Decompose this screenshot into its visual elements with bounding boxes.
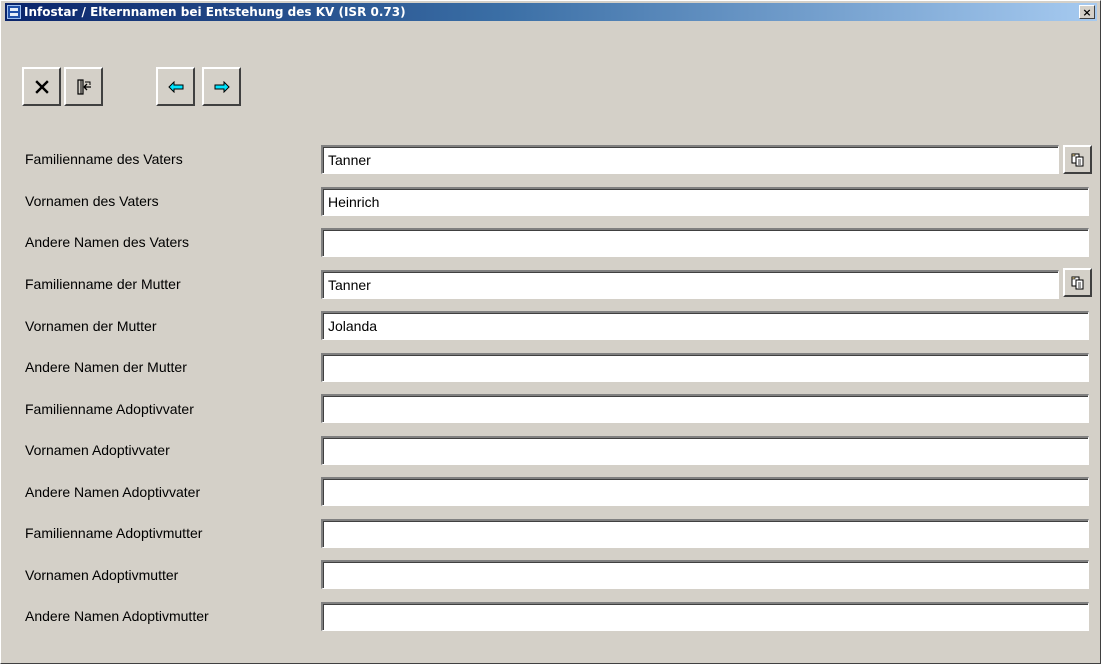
input-familienname-adoptivvater[interactable] bbox=[321, 394, 1089, 423]
label-andere-namen-vater: Andere Namen des Vaters bbox=[25, 234, 189, 250]
input-familienname-mutter[interactable]: Tanner bbox=[321, 270, 1059, 299]
label-andere-namen-mutter: Andere Namen der Mutter bbox=[25, 359, 187, 375]
copy-icon bbox=[1071, 153, 1083, 166]
app-icon bbox=[7, 5, 21, 19]
label-vornamen-adoptivmutter: Vornamen Adoptivmutter bbox=[25, 567, 179, 583]
input-vornamen-mutter[interactable]: Jolanda bbox=[321, 311, 1089, 340]
copy-familienname-mutter-button[interactable] bbox=[1063, 268, 1092, 297]
input-vornamen-adoptivvater[interactable] bbox=[321, 436, 1089, 465]
input-familienname-vater[interactable]: Tanner bbox=[321, 145, 1059, 174]
next-button[interactable] bbox=[202, 67, 241, 106]
label-vornamen-adoptivvater: Vornamen Adoptivvater bbox=[25, 442, 170, 458]
title-bar[interactable]: Infostar / Elternnamen bei Entstehung de… bbox=[5, 3, 1097, 21]
exit-button[interactable] bbox=[64, 67, 103, 106]
input-andere-namen-mutter[interactable] bbox=[321, 353, 1089, 382]
previous-button[interactable] bbox=[156, 67, 195, 106]
arrow-left-icon bbox=[158, 69, 193, 104]
label-familienname-mutter: Familienname der Mutter bbox=[25, 276, 181, 292]
cancel-button[interactable] bbox=[22, 67, 61, 106]
arrow-right-icon bbox=[204, 69, 239, 104]
close-x-icon bbox=[24, 69, 59, 104]
copy-icon bbox=[1071, 276, 1083, 289]
infostar-window: Infostar / Elternnamen bei Entstehung de… bbox=[0, 0, 1101, 664]
input-andere-namen-adoptivmutter[interactable] bbox=[321, 602, 1089, 631]
input-andere-namen-vater[interactable] bbox=[321, 228, 1089, 257]
input-familienname-adoptivmutter[interactable] bbox=[321, 519, 1089, 548]
label-vornamen-vater: Vornamen des Vaters bbox=[25, 193, 159, 209]
input-vornamen-vater[interactable]: Heinrich bbox=[321, 187, 1089, 216]
label-andere-namen-adoptivmutter: Andere Namen Adoptivmutter bbox=[25, 608, 209, 624]
exit-door-icon bbox=[66, 69, 101, 104]
window-close-button[interactable]: × bbox=[1079, 5, 1095, 19]
input-andere-namen-adoptivvater[interactable] bbox=[321, 477, 1089, 506]
label-vornamen-mutter: Vornamen der Mutter bbox=[25, 318, 157, 334]
label-andere-namen-adoptivvater: Andere Namen Adoptivvater bbox=[25, 484, 201, 500]
label-familienname-adoptivvater: Familienname Adoptivvater bbox=[25, 401, 194, 417]
copy-familienname-vater-button[interactable] bbox=[1063, 145, 1092, 174]
label-familienname-adoptivmutter: Familienname Adoptivmutter bbox=[25, 525, 203, 541]
input-vornamen-adoptivmutter[interactable] bbox=[321, 560, 1089, 589]
window-title: Infostar / Elternnamen bei Entstehung de… bbox=[24, 5, 406, 19]
label-familienname-vater: Familienname des Vaters bbox=[25, 151, 183, 167]
